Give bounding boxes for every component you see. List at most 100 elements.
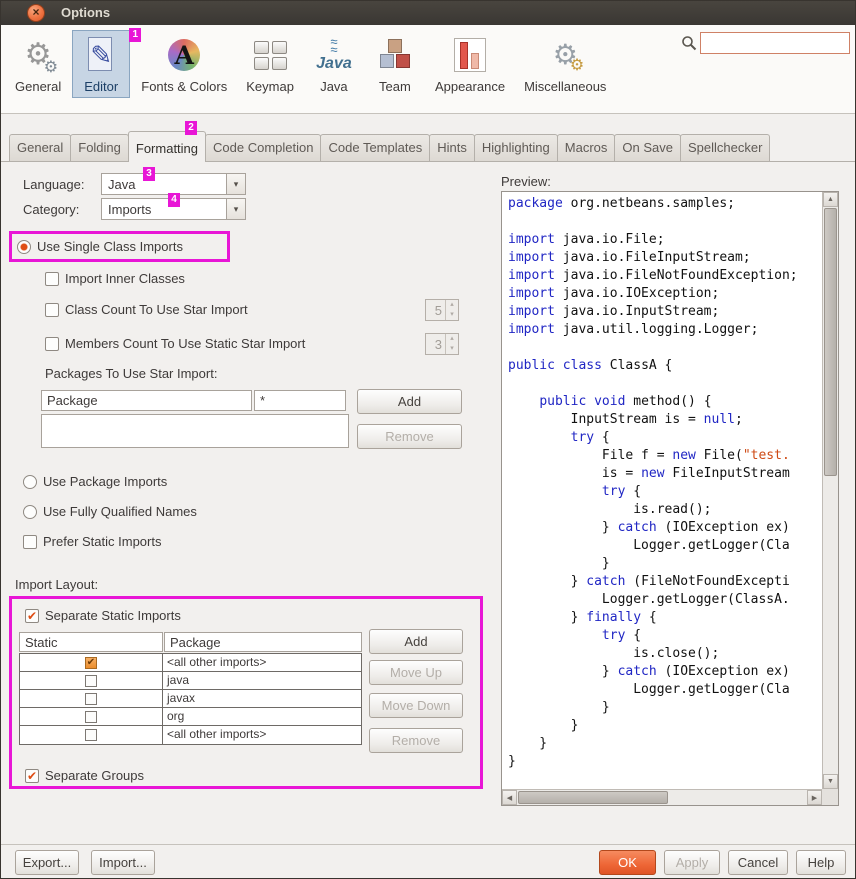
class-count-label[interactable]: Class Count To Use Star Import: [65, 302, 248, 318]
prefer-static-imports-label[interactable]: Prefer Static Imports: [43, 534, 161, 550]
window-title: Options: [61, 5, 110, 20]
packages-column-header[interactable]: Package: [41, 390, 252, 411]
import-inner-classes-checkbox[interactable]: [45, 272, 59, 286]
ok-button[interactable]: OK: [599, 850, 656, 875]
code-line: [508, 339, 822, 357]
spinner-down-icon[interactable]: ▾: [446, 310, 458, 320]
packages-add-button[interactable]: Add: [357, 389, 462, 414]
separate-static-imports-checkbox[interactable]: [25, 609, 39, 623]
class-count-spinner[interactable]: 5 ▴▾: [425, 299, 459, 321]
scroll-down-icon[interactable]: ▼: [823, 774, 838, 789]
layout-table-row[interactable]: org: [20, 708, 361, 726]
class-count-checkbox[interactable]: [45, 303, 59, 317]
horizontal-scroll-thumb[interactable]: [518, 791, 668, 804]
import-inner-classes-label[interactable]: Import Inner Classes: [65, 271, 185, 287]
vertical-scroll-thumb[interactable]: [824, 208, 837, 476]
code-line: [508, 375, 822, 393]
layout-table-row[interactable]: javax: [20, 690, 361, 708]
package-column-header[interactable]: Package: [164, 632, 362, 652]
separate-static-imports-label[interactable]: Separate Static Imports: [45, 608, 181, 624]
code-line: File f = new File("test.: [508, 447, 822, 465]
layout-table-row[interactable]: <all other imports>: [20, 654, 361, 672]
spinner-up-icon[interactable]: ▴: [446, 300, 458, 310]
layout-table-row[interactable]: java: [20, 672, 361, 690]
remove-button[interactable]: Remove: [369, 728, 463, 753]
use-single-class-imports-label[interactable]: Use Single Class Imports: [37, 239, 183, 255]
toolbar-item-editor[interactable]: ✎Editor1: [72, 30, 130, 98]
toolbar-item-fonts-colors[interactable]: AFonts & Colors: [133, 30, 235, 98]
row-static-checkbox[interactable]: [85, 657, 97, 669]
use-single-class-imports-radio[interactable]: [17, 240, 31, 254]
language-select[interactable]: Java ▾ 3: [101, 173, 246, 195]
row-static-checkbox[interactable]: [85, 729, 97, 741]
use-fully-qualified-names-radio[interactable]: [23, 505, 37, 519]
tab-label: Folding: [78, 140, 121, 155]
toolbar-item-label: Appearance: [435, 79, 505, 94]
layout-table-row[interactable]: <all other imports>: [20, 726, 361, 744]
category-select[interactable]: Imports ▾ 4: [101, 198, 246, 220]
vertical-scrollbar[interactable]: ▲ ▼: [822, 192, 838, 789]
help-button[interactable]: Help: [796, 850, 846, 875]
export-button[interactable]: Export...: [15, 850, 79, 875]
toolbar-item-keymap[interactable]: Keymap: [238, 30, 302, 98]
tab-label: Highlighting: [482, 140, 550, 155]
code-line: package org.netbeans.samples;: [508, 195, 822, 213]
tab-on-save[interactable]: On Save: [614, 134, 681, 161]
static-cell: [20, 690, 163, 707]
use-package-imports-radio[interactable]: [23, 475, 37, 489]
row-static-checkbox[interactable]: [85, 675, 97, 687]
move-up-button[interactable]: Move Up: [369, 660, 463, 685]
toolbar-item-miscellaneous[interactable]: ⚙⚙Miscellaneous: [516, 30, 614, 98]
tab-spellchecker[interactable]: Spellchecker: [680, 134, 770, 161]
separate-groups-label[interactable]: Separate Groups: [45, 768, 144, 784]
cancel-button[interactable]: Cancel: [728, 850, 788, 875]
scroll-left-icon[interactable]: ◀: [502, 790, 517, 805]
tab-highlighting[interactable]: Highlighting: [474, 134, 558, 161]
use-package-imports-label[interactable]: Use Package Imports: [43, 474, 167, 490]
static-cell: [20, 672, 163, 689]
appearance-icon: [449, 34, 491, 76]
search-input[interactable]: [700, 32, 850, 54]
tab-formatting[interactable]: Formatting2: [128, 131, 206, 162]
code-line: import java.io.File;: [508, 231, 822, 249]
tab-code-completion[interactable]: Code Completion: [205, 134, 321, 161]
star-column-header[interactable]: *: [254, 390, 346, 411]
apply-button[interactable]: Apply: [664, 850, 720, 875]
close-button[interactable]: ×: [27, 4, 45, 22]
members-count-value: 3: [426, 334, 445, 354]
members-count-checkbox[interactable]: [45, 337, 59, 351]
scroll-up-icon[interactable]: ▲: [823, 192, 838, 207]
row-static-checkbox[interactable]: [85, 711, 97, 723]
separate-groups-checkbox[interactable]: [25, 769, 39, 783]
prefer-static-imports-checkbox[interactable]: [23, 535, 37, 549]
tab-general[interactable]: General: [9, 134, 71, 161]
static-column-header[interactable]: Static: [19, 632, 163, 652]
scroll-right-icon[interactable]: ▶: [807, 790, 822, 805]
tab-macros[interactable]: Macros: [557, 134, 616, 161]
toolbar-item-general[interactable]: ⚙⚙General: [7, 30, 69, 98]
import-button[interactable]: Import...: [91, 850, 155, 875]
tab-code-templates[interactable]: Code Templates: [320, 134, 430, 161]
toolbar-item-appearance[interactable]: Appearance: [427, 30, 513, 98]
spinner-up-icon[interactable]: ▴: [446, 334, 458, 344]
members-count-spinner[interactable]: 3 ▴▾: [425, 333, 459, 355]
package-cell: java: [163, 672, 361, 689]
add-button[interactable]: Add: [369, 629, 463, 654]
row-static-checkbox[interactable]: [85, 693, 97, 705]
horizontal-scrollbar[interactable]: ◀ ▶: [502, 789, 822, 805]
spinner-down-icon[interactable]: ▾: [446, 344, 458, 354]
toolbar-item-team[interactable]: Team: [366, 30, 424, 98]
spinner-arrows[interactable]: ▴▾: [445, 300, 458, 320]
spinner-arrows[interactable]: ▴▾: [445, 334, 458, 354]
annotation-badge-4: 4: [168, 193, 180, 207]
annotation-badge-1: 1: [129, 28, 141, 42]
code-line: Logger.getLogger(Cla: [508, 537, 822, 555]
packages-table-body[interactable]: [41, 414, 349, 448]
move-down-button[interactable]: Move Down: [369, 693, 463, 718]
members-count-label[interactable]: Members Count To Use Static Star Import: [65, 336, 305, 352]
toolbar-item-java[interactable]: ≈≈JavaJava: [305, 30, 363, 98]
packages-remove-button[interactable]: Remove: [357, 424, 462, 449]
use-fully-qualified-names-label[interactable]: Use Fully Qualified Names: [43, 504, 197, 520]
tab-folding[interactable]: Folding: [70, 134, 129, 161]
tab-hints[interactable]: Hints: [429, 134, 475, 161]
